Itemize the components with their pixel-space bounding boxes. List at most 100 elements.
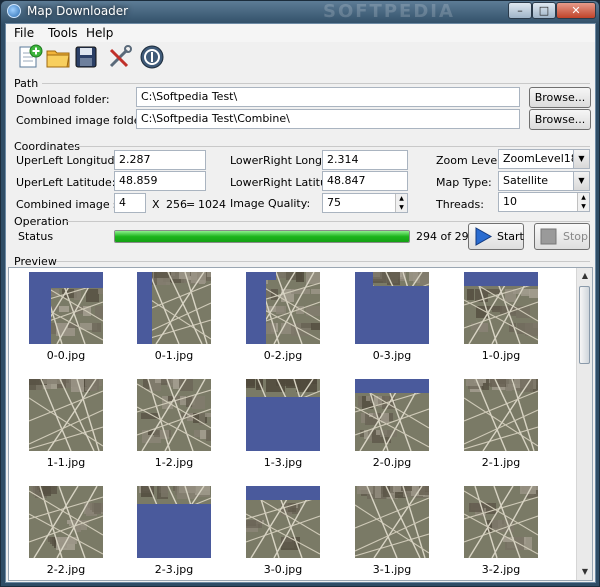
operation-group-separator <box>66 221 590 222</box>
map-type-select[interactable]: Satellite ▼ <box>498 171 590 191</box>
tile-caption: 0-3.jpg <box>372 349 412 362</box>
zoom-level-value: ZoomLevel18 <box>503 152 578 165</box>
close-button[interactable]: ✕ <box>556 2 596 19</box>
stop-square-icon <box>539 227 559 246</box>
combined-size-result: 1024 <box>198 198 226 211</box>
preview-scrollbar[interactable]: ▲ ▼ <box>576 268 592 580</box>
start-button[interactable]: Start <box>468 223 524 250</box>
menu-bar: File Tools Help <box>6 24 595 42</box>
preview-tile[interactable]: 3-1.jpg <box>355 486 429 576</box>
preview-tile[interactable]: 1-3.jpg <box>246 379 320 469</box>
progress-fill <box>115 231 409 242</box>
tile-thumbnail <box>246 486 320 558</box>
preview-tile[interactable]: 1-1.jpg <box>29 379 103 469</box>
tile-caption: 3-1.jpg <box>372 563 412 576</box>
threads-value: 10 <box>503 195 517 208</box>
coordinates-group-label: Coordinates <box>14 140 81 153</box>
image-quality-stepper[interactable]: 75 ▲ ▼ <box>322 193 408 213</box>
browse-combined-button[interactable]: Browse... <box>529 109 591 130</box>
preview-panel[interactable]: 0-0.jpg 0-1.jpg 0-2.jpg 0-3.jpg 1-0.jpg 1-1.j… <box>8 267 593 581</box>
download-folder-field[interactable]: C:\Softpedia Test\ <box>136 87 520 107</box>
threads-stepper[interactable]: 10 ▲ ▼ <box>498 192 590 212</box>
tile-thumbnail <box>137 486 211 558</box>
preview-tile[interactable]: 2-3.jpg <box>137 486 211 576</box>
client-area: File Tools Help Path Download folder: C:… <box>5 23 596 583</box>
stop-button[interactable]: Stop <box>534 223 590 250</box>
combined-size-field[interactable]: 4 <box>114 193 146 213</box>
ul-latitude-label: UperLeft Latitude: <box>16 176 116 189</box>
tile-thumbnail <box>355 272 429 344</box>
ul-longitude-field[interactable]: 2.287 <box>114 150 206 170</box>
spin-arrows-icon[interactable]: ▲ ▼ <box>577 193 589 211</box>
open-folder-icon[interactable] <box>44 43 72 71</box>
combined-size-tile: 256 <box>166 198 187 211</box>
preview-tile[interactable]: 1-0.jpg <box>464 272 538 362</box>
about-icon[interactable] <box>138 43 166 71</box>
ul-longitude-label: UperLeft Longitude: <box>16 154 125 167</box>
scroll-down-icon[interactable]: ▼ <box>577 564 592 580</box>
tile-caption: 0-1.jpg <box>154 349 194 362</box>
preview-tile[interactable]: 3-2.jpg <box>464 486 538 576</box>
tools-icon[interactable] <box>106 43 134 71</box>
chevron-down-icon[interactable]: ▼ <box>573 172 589 190</box>
ul-latitude-field[interactable]: 48.859 <box>114 171 206 191</box>
tile-thumbnail <box>355 379 429 451</box>
preview-tile[interactable]: 0-0.jpg <box>29 272 103 362</box>
lr-latitude-field[interactable]: 48.847 <box>322 171 408 191</box>
lr-longitude-field[interactable]: 2.314 <box>322 150 408 170</box>
preview-tile[interactable]: 2-2.jpg <box>29 486 103 576</box>
preview-tile[interactable]: 0-2.jpg <box>246 272 320 362</box>
play-arrow-icon <box>473 227 493 246</box>
preview-tile[interactable]: 0-1.jpg <box>137 272 211 362</box>
preview-tile[interactable]: 2-0.jpg <box>355 379 429 469</box>
toolbar <box>6 42 595 74</box>
preview-tile[interactable]: 1-2.jpg <box>137 379 211 469</box>
combined-folder-label: Combined image folder: <box>16 114 149 127</box>
progress-count: 294 of 294 <box>416 230 476 243</box>
path-group-label: Path <box>14 77 39 90</box>
scroll-up-icon[interactable]: ▲ <box>577 268 592 284</box>
menu-tools[interactable]: Tools <box>48 26 78 40</box>
threads-label: Threads: <box>436 198 484 211</box>
menu-help[interactable]: Help <box>86 26 113 40</box>
path-group-separator <box>42 83 590 84</box>
tile-thumbnail <box>355 486 429 558</box>
image-quality-label: Image Quality: <box>230 197 311 210</box>
tile-thumbnail <box>29 486 103 558</box>
tile-caption: 1-2.jpg <box>154 456 194 469</box>
download-progress-bar <box>114 230 410 243</box>
download-folder-label: Download folder: <box>16 93 110 106</box>
tile-caption: 2-2.jpg <box>46 563 86 576</box>
start-button-label: Start <box>497 230 524 243</box>
preview-tile[interactable]: 0-3.jpg <box>355 272 429 362</box>
zoom-level-select[interactable]: ZoomLevel18 ▼ <box>498 149 590 169</box>
status-label: Status <box>18 230 54 243</box>
preview-tile[interactable]: 2-1.jpg <box>464 379 538 469</box>
coordinates-group-separator <box>76 146 590 147</box>
minimize-button[interactable]: – <box>508 2 532 19</box>
tile-caption: 1-1.jpg <box>46 456 86 469</box>
tile-caption: 3-2.jpg <box>481 563 521 576</box>
tile-caption: 1-0.jpg <box>481 349 521 362</box>
preview-tile[interactable]: 3-0.jpg <box>246 486 320 576</box>
tile-thumbnail <box>246 272 320 344</box>
new-document-icon[interactable] <box>16 43 44 71</box>
tile-thumbnail <box>29 379 103 451</box>
stop-button-label: Stop <box>563 230 589 243</box>
spin-arrows-icon[interactable]: ▲ ▼ <box>395 194 407 212</box>
app-window: Map Downloader SOFTPEDIA – □ ✕ File Tool… <box>0 0 600 587</box>
tile-thumbnail <box>464 379 538 451</box>
tile-caption: 2-3.jpg <box>154 563 194 576</box>
globe-app-icon <box>7 4 21 18</box>
combined-folder-field[interactable]: C:\Softpedia Test\Combine\ <box>136 109 520 129</box>
browse-download-button[interactable]: Browse... <box>529 87 591 108</box>
menu-file[interactable]: File <box>14 26 34 40</box>
maximize-button[interactable]: □ <box>532 2 556 19</box>
window-title: Map Downloader <box>27 4 129 18</box>
tile-thumbnail <box>137 379 211 451</box>
chevron-down-icon[interactable]: ▼ <box>573 150 589 168</box>
save-disk-icon[interactable] <box>72 43 100 71</box>
zoom-level-label: Zoom Level: <box>436 154 504 167</box>
scroll-thumb[interactable] <box>579 286 590 364</box>
title-bar[interactable]: Map Downloader SOFTPEDIA – □ ✕ <box>1 1 599 22</box>
